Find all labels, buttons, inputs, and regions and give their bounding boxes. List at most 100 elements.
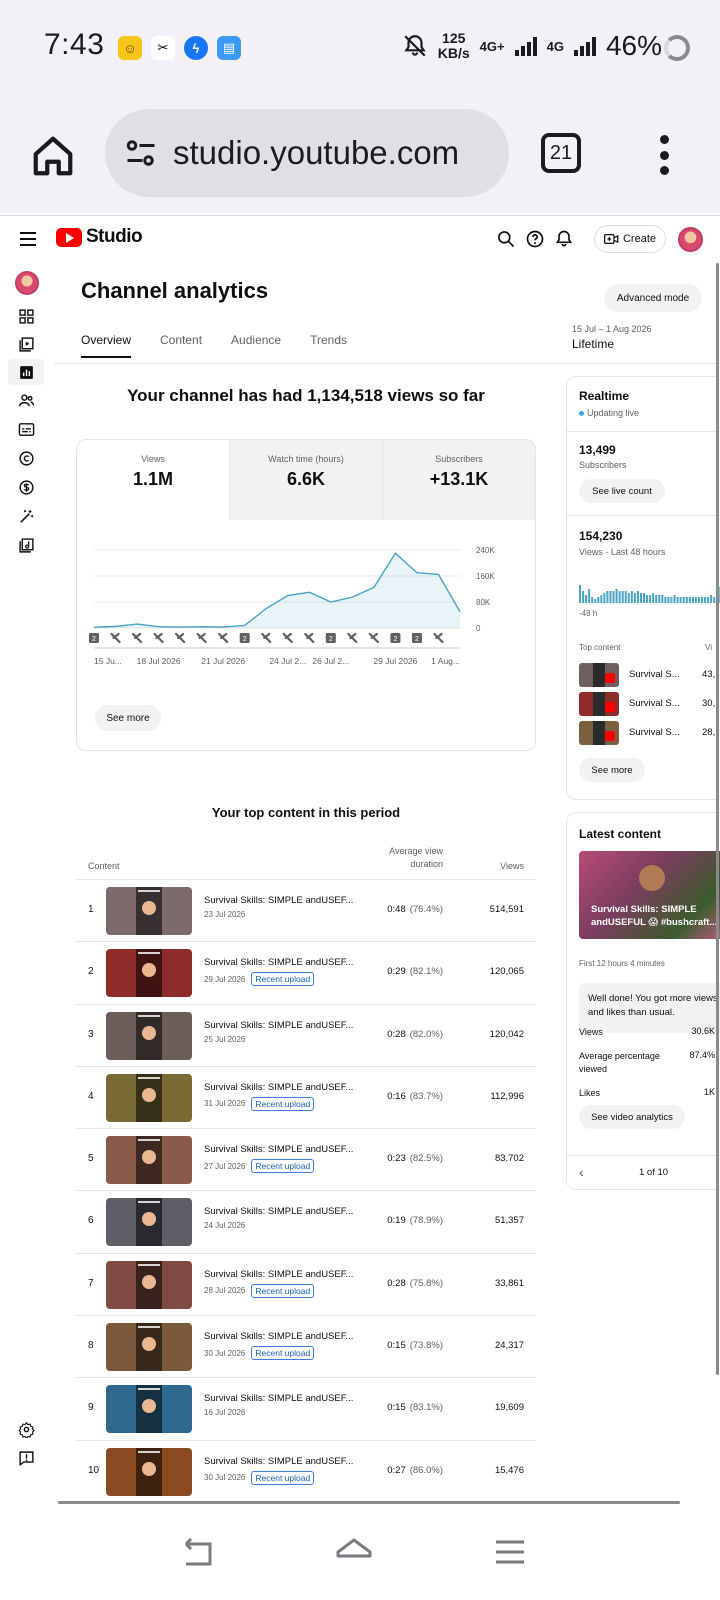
- tab-overview[interactable]: Overview: [81, 333, 132, 358]
- table-row[interactable]: 8 Survival Skills: SIMPLE andUSEF... 30 Ju…: [76, 1316, 536, 1379]
- table-row[interactable]: 10 Survival Skills: SIMPLE andUSEF... 30 J…: [76, 1441, 536, 1503]
- col-views[interactable]: Views: [500, 861, 524, 871]
- menu-icon[interactable]: [20, 232, 36, 246]
- video-title[interactable]: Survival Skills: SIMPLE andUSEF...: [204, 1020, 353, 1031]
- realtime-item[interactable]: Survival S... 43,: [579, 663, 720, 687]
- recents-icon[interactable]: [488, 1532, 532, 1572]
- realtime-bar: [600, 595, 603, 603]
- video-thumbnail[interactable]: [106, 887, 192, 935]
- video-thumbnail[interactable]: [106, 1011, 192, 1060]
- site-settings-icon[interactable]: [123, 135, 159, 171]
- horizontal-scrollbar[interactable]: [58, 1501, 680, 1504]
- see-video-analytics-button[interactable]: See video analytics: [579, 1105, 685, 1129]
- channel-avatar[interactable]: [15, 271, 39, 295]
- row-rank: 10: [88, 1464, 100, 1476]
- video-title[interactable]: Survival Skills: SIMPLE andUSEF...: [204, 1456, 353, 1467]
- tab-trends[interactable]: Trends: [310, 333, 347, 358]
- see-more-button[interactable]: See more: [95, 705, 161, 731]
- home-nav-icon[interactable]: [332, 1532, 376, 1572]
- metric-label: Watch time (hours): [268, 454, 344, 464]
- date-range-label[interactable]: Lifetime: [572, 337, 614, 351]
- average-view-duration: 0:15 (83.1%): [387, 1402, 443, 1414]
- studio-logo[interactable]: Studio: [56, 226, 143, 248]
- see-live-count-button[interactable]: See live count: [579, 479, 665, 503]
- realtime-bar-chart[interactable]: [579, 575, 720, 603]
- nav-settings[interactable]: [8, 1416, 44, 1442]
- video-title[interactable]: Survival Skills: SIMPLE andUSEF...: [204, 1269, 353, 1280]
- back-icon[interactable]: [176, 1532, 220, 1572]
- video-title[interactable]: Survival Skills: SIMPLE andUSEF...: [204, 1206, 353, 1217]
- date-range[interactable]: 15 Jul – 1 Aug 2026: [572, 324, 652, 334]
- help-icon[interactable]: [525, 229, 545, 249]
- video-date: 24 Jul 2026: [204, 1221, 246, 1231]
- address-bar[interactable]: studio.youtube.com: [105, 109, 509, 197]
- advanced-mode-button[interactable]: Advanced mode: [604, 284, 702, 312]
- thumbnail-face: [639, 865, 665, 891]
- notifications-bell-icon[interactable]: [554, 229, 574, 249]
- realtime-subscribers: 13,499: [579, 443, 616, 457]
- home-icon[interactable]: [30, 133, 76, 179]
- video-thumbnail[interactable]: [106, 1136, 192, 1185]
- video-thumbnail[interactable]: [106, 1323, 192, 1372]
- table-row[interactable]: 7 Survival Skills: SIMPLE andUSEF... 28 Ju…: [76, 1254, 536, 1317]
- table-row[interactable]: 9 Survival Skills: SIMPLE andUSEF... 16 Ju…: [76, 1378, 536, 1441]
- table-row[interactable]: 3 Survival Skills: SIMPLE andUSEF... 25 Ju…: [76, 1005, 536, 1067]
- nav-customization[interactable]: [8, 503, 44, 529]
- latest-video-title: Survival Skills: SIMPLE andUSEFUL 😱 #bush…: [591, 904, 718, 928]
- browser-menu-icon[interactable]: [658, 135, 670, 175]
- video-title[interactable]: Survival Skills: SIMPLE andUSEF...: [204, 1331, 353, 1342]
- vertical-scrollbar[interactable]: [716, 263, 719, 1375]
- views-chart[interactable]: 240K 160K 80K 0 2 2 2 2 2 15 Ju... 18 Jul 2026 21 J…: [77, 520, 536, 695]
- video-title[interactable]: Survival Skills: SIMPLE andUSEF...: [204, 1082, 353, 1093]
- nav-content[interactable]: [8, 331, 44, 357]
- tab-content[interactable]: Content: [160, 333, 202, 358]
- nav-copyright[interactable]: [8, 445, 44, 471]
- table-row[interactable]: 6 Survival Skills: SIMPLE andUSEF... 24 Ju…: [76, 1191, 536, 1254]
- realtime-bar: [603, 593, 606, 603]
- tab-switcher-button[interactable]: 21: [541, 133, 581, 173]
- video-thumbnail[interactable]: [106, 1385, 192, 1434]
- video-thumbnail[interactable]: [106, 949, 192, 998]
- create-button[interactable]: Create: [594, 225, 666, 253]
- metric-subscribers[interactable]: Subscribers +13.1K: [382, 440, 535, 520]
- account-avatar[interactable]: [678, 227, 703, 252]
- metric-views[interactable]: Views 1.1M: [77, 440, 229, 520]
- video-title[interactable]: Survival Skills: SIMPLE andUSEF...: [204, 1393, 353, 1404]
- nav-community[interactable]: [8, 387, 44, 413]
- latest-video-thumbnail[interactable]: Survival Skills: SIMPLE andUSEFUL 😱 #bush…: [579, 851, 720, 939]
- tab-audience[interactable]: Audience: [231, 333, 281, 358]
- realtime-bar: [579, 585, 581, 603]
- realtime-see-more-button[interactable]: See more: [579, 758, 645, 782]
- video-title[interactable]: Survival Skills: SIMPLE andUSEF...: [204, 895, 353, 906]
- realtime-bar: [713, 597, 716, 603]
- table-row[interactable]: 5 Survival Skills: SIMPLE andUSEF... 27 Ju…: [76, 1129, 536, 1192]
- nav-analytics[interactable]: [8, 359, 44, 385]
- metric-watch-time[interactable]: Watch time (hours) 6.6K: [229, 440, 382, 520]
- recent-upload-badge: Recent upload: [251, 1346, 315, 1361]
- table-row[interactable]: 2 Survival Skills: SIMPLE andUSEF... 29 Ju…: [76, 942, 536, 1005]
- chevron-left-icon[interactable]: ‹: [579, 1165, 584, 1179]
- nav-audio-library[interactable]: [8, 532, 44, 558]
- nav-dashboard[interactable]: [8, 303, 44, 329]
- video-title[interactable]: Survival Skills: SIMPLE andUSEF...: [204, 1144, 353, 1155]
- divider: [567, 431, 720, 432]
- video-thumbnail[interactable]: [106, 1260, 192, 1309]
- upload-marker-count: 2: [329, 636, 333, 643]
- nav-feedback[interactable]: [8, 1445, 44, 1471]
- realtime-bar: [652, 593, 655, 603]
- video-thumbnail[interactable]: [106, 1073, 192, 1122]
- video-thumbnail[interactable]: [106, 1198, 192, 1247]
- video-thumbnail[interactable]: [106, 1447, 192, 1496]
- video-date: 30 Jul 2026 Recent upload: [204, 1470, 315, 1485]
- video-title[interactable]: Survival Skills: SIMPLE andUSEF...: [204, 957, 353, 968]
- url-text[interactable]: studio.youtube.com: [173, 134, 459, 172]
- nav-earn[interactable]: [8, 474, 44, 500]
- col-average-view-duration[interactable]: Average view duration: [389, 845, 443, 871]
- realtime-item[interactable]: Survival S... 28,: [579, 721, 720, 745]
- video-date: 31 Jul 2026 Recent upload: [204, 1096, 315, 1111]
- search-icon[interactable]: [496, 229, 516, 249]
- table-row[interactable]: 4 Survival Skills: SIMPLE andUSEF... 31 Ju…: [76, 1067, 536, 1130]
- nav-subtitles[interactable]: [8, 416, 44, 442]
- table-row[interactable]: 1 Survival Skills: SIMPLE andUSEF... 23 Ju…: [76, 880, 536, 943]
- realtime-item[interactable]: Survival S... 30,: [579, 692, 720, 716]
